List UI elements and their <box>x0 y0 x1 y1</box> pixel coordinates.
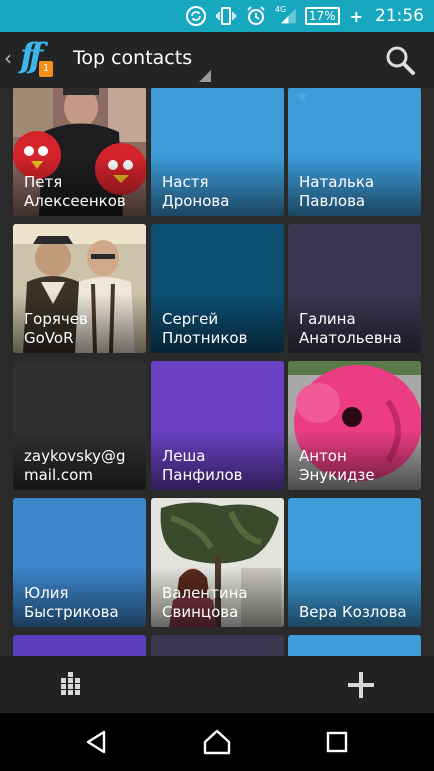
contact-name: Вера Козлова <box>299 603 407 621</box>
contact-name: Настя Дронова <box>162 173 230 210</box>
contact-name: Горячев GoVoR <box>24 310 88 347</box>
contact-name: zaykovsky@g mail.com <box>24 447 126 484</box>
contact-tile[interactable]: ★ Наталька Павлова <box>288 88 421 216</box>
contact-tile[interactable]: Горячев GoVoR <box>13 224 146 353</box>
contact-tile[interactable] <box>288 635 421 656</box>
status-icons: 4G 17% + 21:56 <box>185 5 424 27</box>
battery-icon: 17% <box>304 7 340 25</box>
notification-badge: 1 <box>39 61 53 77</box>
dialpad-grid-icon[interactable] <box>60 672 84 696</box>
contact-tile[interactable]: Леша Панфилов <box>151 361 284 490</box>
contacts-grid: Петя Алексеенков Настя Дронова ★ Натальк… <box>0 88 434 656</box>
charging-plus-icon: + <box>349 6 363 26</box>
network-type: 4G <box>274 4 287 14</box>
system-nav-bar <box>0 713 434 771</box>
contact-name: Наталька Павлова <box>299 173 375 210</box>
back-chevron-icon[interactable]: ‹ <box>4 46 12 70</box>
dropdown-caret-icon <box>199 70 211 82</box>
signal-icon: 4G <box>275 5 297 27</box>
vibrate-icon <box>215 5 237 27</box>
contact-tile[interactable] <box>151 635 284 656</box>
contact-name: Сергей Плотников <box>162 310 248 347</box>
contact-tile[interactable]: zaykovsky@g mail.com <box>13 361 146 490</box>
search-icon[interactable] <box>384 44 416 76</box>
recents-square-icon[interactable] <box>322 727 352 757</box>
contact-name: Антон Энукидзе <box>299 447 375 484</box>
alarm-icon <box>245 5 267 27</box>
contact-tile[interactable]: Настя Дронова <box>151 88 284 216</box>
sync-icon <box>185 5 207 27</box>
contact-tile[interactable]: Юлия Быстрикова <box>13 498 146 627</box>
battery-level: 17% <box>308 9 336 23</box>
add-contact-plus-icon[interactable] <box>346 670 376 700</box>
contact-tile[interactable]: Сергей Плотников <box>151 224 284 353</box>
contact-tile[interactable] <box>13 635 146 656</box>
contact-tile[interactable]: Валентина Свинцова <box>151 498 284 627</box>
logo-text: ff <box>20 36 43 76</box>
app-bar: ‹ ff 1 Top contacts <box>0 32 434 88</box>
title-spinner[interactable]: Top contacts <box>73 32 211 88</box>
contact-name: Галина Анатольевна <box>299 310 402 347</box>
contact-tile[interactable]: Петя Алексеенков <box>13 88 146 216</box>
contact-name: Валентина Свинцова <box>162 584 248 621</box>
bottom-action-bar <box>0 656 434 713</box>
home-icon[interactable] <box>202 727 232 757</box>
favorite-star-icon: ★ <box>296 89 309 105</box>
contact-tile[interactable]: Галина Анатольевна <box>288 224 421 353</box>
app-logo[interactable]: ff 1 <box>20 36 56 78</box>
clock: 21:56 <box>375 6 424 26</box>
contact-name: Леша Панфилов <box>162 447 243 484</box>
contact-name: Юлия Быстрикова <box>24 584 119 621</box>
contact-name: Петя Алексеенков <box>24 173 126 210</box>
back-triangle-icon[interactable] <box>82 727 112 757</box>
page-title: Top contacts <box>73 47 193 69</box>
contact-tile[interactable]: Антон Энукидзе <box>288 361 421 490</box>
status-bar: 4G 17% + 21:56 <box>0 0 434 32</box>
contact-tile[interactable]: Вера Козлова <box>288 498 421 627</box>
